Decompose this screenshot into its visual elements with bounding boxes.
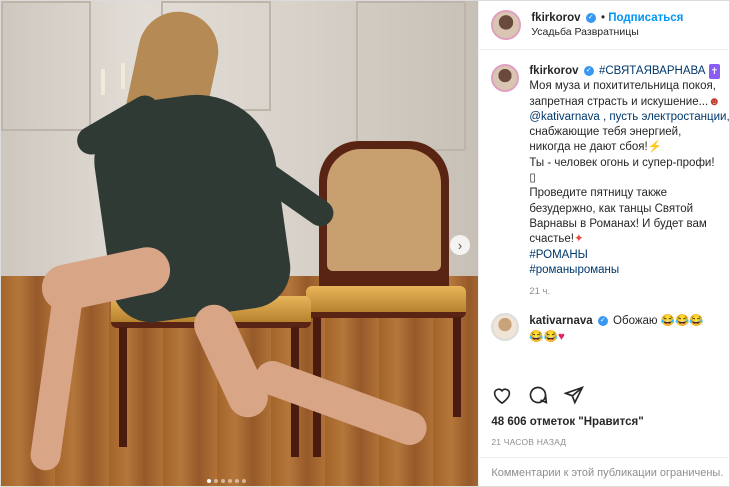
post-header: fkirkorov ✓ • Подписаться Усадьба Развра…: [479, 1, 729, 50]
caption-hashtag[interactable]: #романыроманы: [529, 263, 727, 278]
comment-username[interactable]: kativarnava: [529, 315, 592, 327]
post-caption: fkirkorov ✓ #СВЯТАЯВАРНАВА ✝ Моя муза и …: [479, 50, 729, 299]
chair-back: [319, 141, 449, 301]
caption-hashtag[interactable]: #СВЯТАЯВАРНАВА: [599, 65, 705, 77]
caption-line: Ты - человек огонь и супер-профи!: [529, 156, 715, 169]
caption-line: счастье!: [529, 233, 574, 246]
carousel-dot: [242, 479, 246, 483]
cross-emoji-icon: ✝: [708, 64, 721, 80]
devil-emoji-icon: ☻: [708, 95, 721, 108]
comments-restricted-notice: Комментарии к этой публикации ограничены…: [479, 457, 729, 486]
likes-count[interactable]: 48 606 отметок "Нравится": [491, 416, 643, 428]
heart-emoji-icon: ♥: [557, 331, 565, 344]
verified-badge-icon: ✓: [585, 12, 596, 23]
avatar[interactable]: [491, 313, 520, 342]
lightning-emoji-icon: ⚡: [647, 141, 663, 154]
rocket-emoji-icon: ✦: [573, 233, 584, 246]
post-location[interactable]: Усадьба Развратницы: [531, 25, 683, 39]
verified-badge-icon: ✓: [597, 316, 608, 327]
candle: [101, 69, 105, 95]
carousel-dot: [221, 479, 225, 483]
wall-panel: [356, 1, 466, 151]
caption-hashtag[interactable]: #РОМАНЫ: [529, 248, 727, 263]
caption-line: снабжающие тебя энергией,: [529, 126, 682, 139]
post-timestamp: 21 ЧАСОВ НАЗАД: [491, 437, 567, 447]
caption-mention[interactable]: @kativarnava , пусть электростанции,: [529, 110, 729, 125]
chair-leg: [119, 327, 127, 447]
laughing-emoji-icon: 😂😂😂: [660, 315, 704, 328]
next-photo-button[interactable]: ›: [450, 235, 470, 255]
carousel-dot: [214, 479, 218, 483]
wall-panel: [1, 1, 91, 131]
caption-line: Моя муза и похитительница покоя,: [529, 80, 716, 93]
instagram-post-window: › fkirkorov ✓ • Подписаться Усадьба Разв…: [0, 0, 730, 487]
comment-icon[interactable]: [527, 384, 549, 406]
comment-item: kativarnava ✓ Обожаю 😂😂😂 😂😂♥: [479, 299, 729, 345]
caption-username[interactable]: fkirkorov: [529, 65, 578, 77]
caption-line: безудержно, как танцы Святой: [529, 202, 694, 215]
chair-seat: [306, 286, 466, 318]
caption-line: запретная страсть и искушение...: [529, 95, 709, 108]
caption-line: Варнавы в Романах! И будет вам: [529, 217, 707, 230]
verified-badge-icon: ✓: [583, 65, 594, 76]
send-icon[interactable]: [563, 384, 585, 406]
carousel-dots: [207, 479, 246, 483]
unknown-emoji-icon: ▯: [529, 172, 536, 185]
carousel-dot: [207, 479, 211, 483]
comment-text: Обожаю: [613, 315, 658, 328]
caption-time: 21 ч.: [529, 286, 551, 298]
separator-dot: •: [600, 12, 605, 24]
post-actions: [491, 384, 585, 406]
avatar[interactable]: [491, 10, 522, 40]
post-side-panel: fkirkorov ✓ • Подписаться Усадьба Развра…: [478, 1, 729, 486]
caption-line: Проведите пятницу также: [529, 187, 668, 200]
follow-button[interactable]: Подписаться: [608, 12, 683, 24]
post-photo[interactable]: ›: [1, 1, 479, 486]
laughing-emoji-icon: 😂😂: [529, 331, 558, 344]
carousel-dot: [235, 479, 239, 483]
caption-line: никогда не дают сбоя!: [529, 141, 648, 154]
candle: [121, 63, 125, 89]
carousel-dot: [228, 479, 232, 483]
heart-icon[interactable]: [491, 384, 513, 406]
avatar[interactable]: [491, 64, 520, 92]
chair-leg: [453, 317, 461, 417]
post-username[interactable]: fkirkorov: [531, 12, 580, 24]
